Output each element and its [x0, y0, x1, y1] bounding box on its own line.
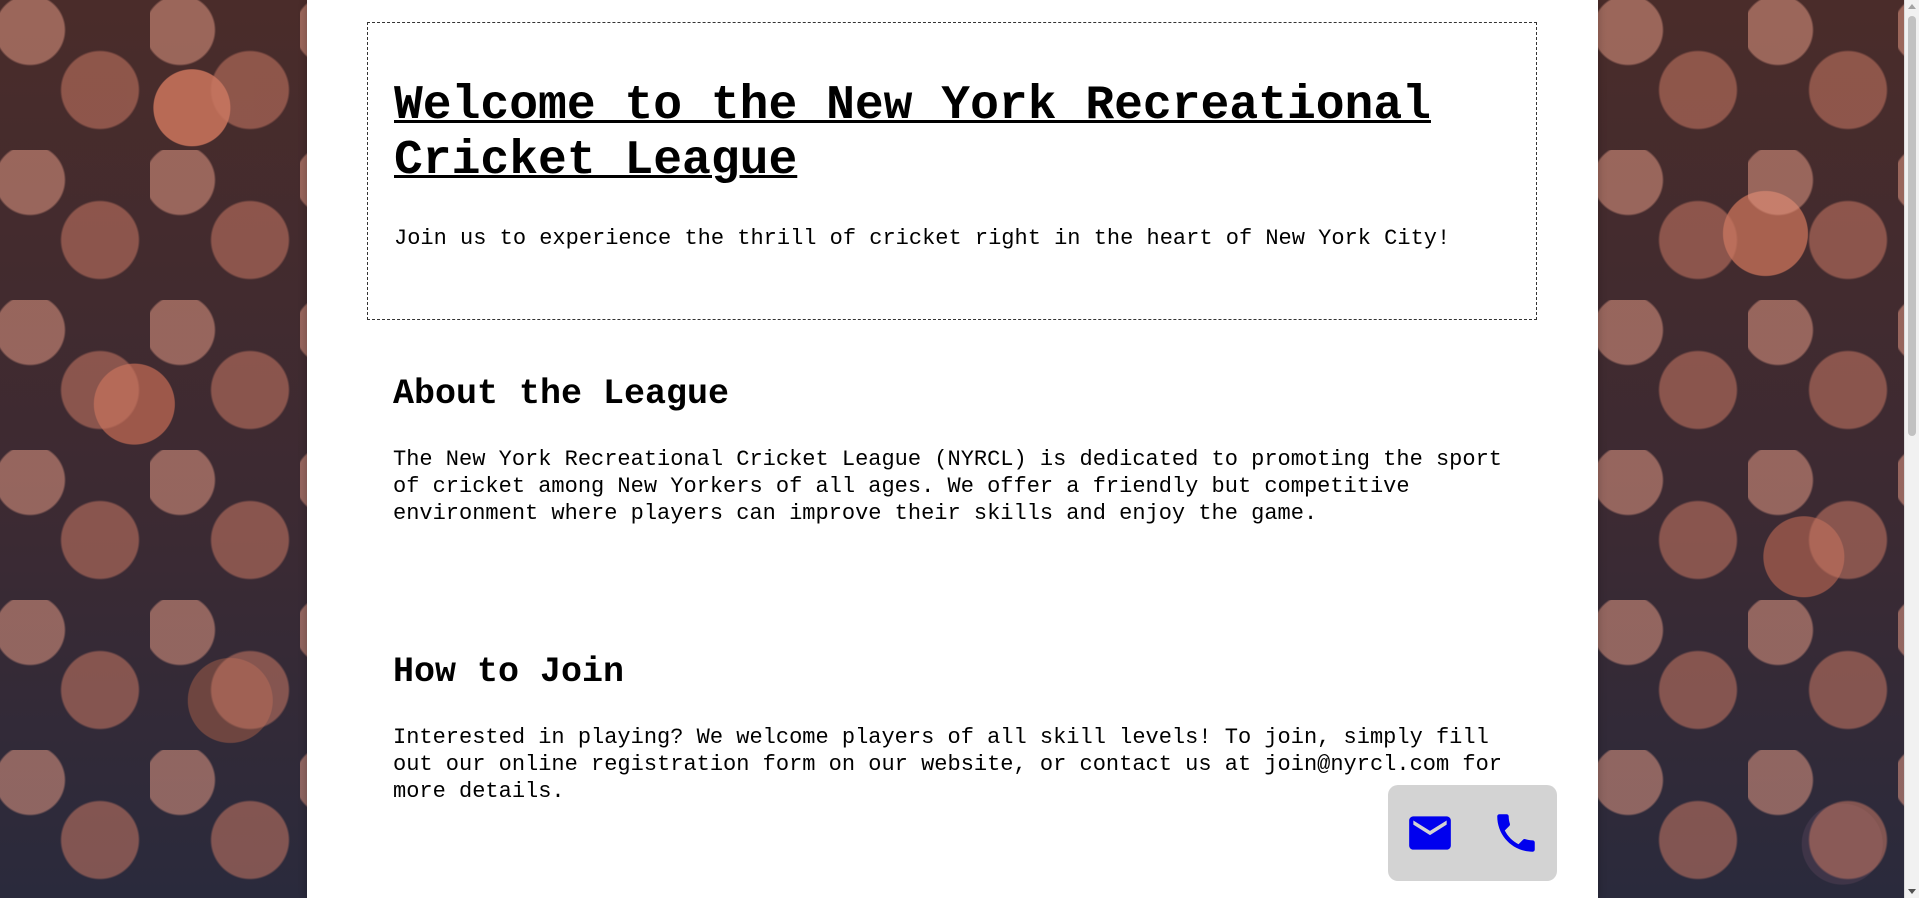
hero-tagline: Join us to experience the thrill of cric… — [394, 226, 1451, 251]
about-heading: About the League — [393, 374, 730, 414]
main-content: Welcome to the New York Recreational Cri… — [307, 0, 1598, 898]
join-section: How to Join Interested in playing? We we… — [393, 652, 1513, 805]
about-body: The New York Recreational Cricket League… — [393, 447, 1502, 526]
scroll-down-arrow-icon[interactable] — [1908, 889, 1916, 894]
vertical-scrollbar[interactable] — [1904, 0, 1919, 898]
background-right-cricket-balls — [1598, 0, 1904, 898]
hero-banner: Welcome to the New York Recreational Cri… — [367, 22, 1537, 320]
phone-icon[interactable] — [1491, 808, 1541, 858]
background-left-cricket-balls — [0, 0, 307, 898]
scroll-up-arrow-icon[interactable] — [1908, 4, 1916, 9]
contact-widget — [1388, 785, 1557, 881]
mail-icon[interactable] — [1405, 808, 1455, 858]
page-title: Welcome to the New York Recreational Cri… — [394, 79, 1431, 188]
about-section: About the League The New York Recreation… — [393, 374, 1513, 527]
join-body: Interested in playing? We welcome player… — [393, 725, 1502, 804]
join-heading: How to Join — [393, 652, 625, 692]
scrollbar-thumb[interactable] — [1908, 16, 1916, 436]
